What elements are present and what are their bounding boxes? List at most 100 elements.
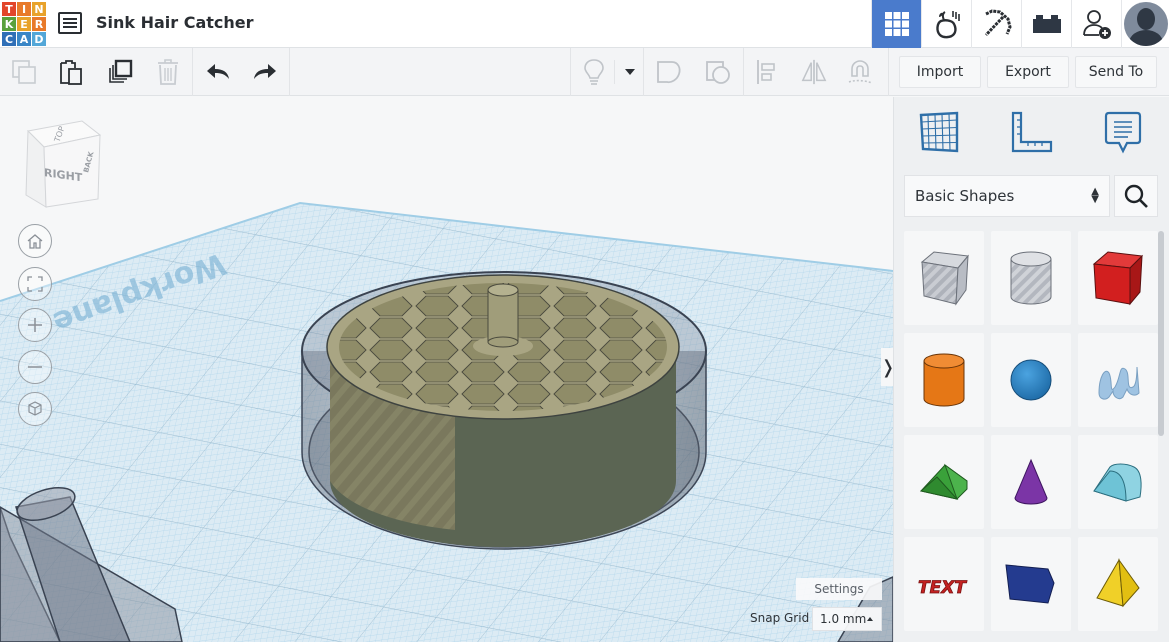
brick-icon [1032, 15, 1061, 33]
shape-search-button[interactable] [1114, 175, 1158, 217]
show-all-button[interactable] [580, 58, 608, 86]
panel-collapse-toggle[interactable]: ❭ [880, 348, 893, 386]
workplane-scene[interactable]: Workplane [0, 97, 893, 642]
header-actions [871, 0, 1169, 48]
shape-tile-box[interactable] [1078, 231, 1158, 325]
redo-icon [254, 64, 276, 79]
shape-tile-box-hole[interactable] [904, 231, 984, 325]
svg-text:TEXT: TEXT [918, 578, 967, 598]
shape-tile-sphere[interactable] [991, 333, 1071, 427]
roof-thumbnail-icon [919, 463, 968, 500]
logo-letter: E [17, 17, 31, 31]
cylinder-thumbnail-icon [923, 353, 965, 407]
notes-icon [1104, 111, 1142, 154]
logo-letter: N [32, 2, 46, 16]
avatar[interactable] [1123, 2, 1168, 46]
workplane-grid-icon [919, 111, 959, 153]
view-cube[interactable]: TOP RIGHT BACK [22, 119, 102, 209]
align-button[interactable] [753, 58, 781, 86]
box-thumbnail-icon [1092, 251, 1144, 306]
ruler-icon [1011, 111, 1053, 153]
panel-scrollbar[interactable] [1158, 231, 1164, 436]
pickaxe-icon [984, 9, 1012, 37]
shape-tile-pyramid[interactable] [1078, 537, 1158, 631]
workplane-tab[interactable] [916, 109, 962, 155]
export-button[interactable]: Export [987, 56, 1069, 88]
bricks-button[interactable] [1021, 0, 1071, 48]
duplicate-icon [109, 59, 133, 83]
hair-catcher-filter[interactable] [326, 274, 680, 547]
logo-letter: C [2, 32, 16, 46]
ungroup-icon [706, 61, 730, 84]
undo-icon [207, 64, 229, 79]
zoom-out-button[interactable] [18, 350, 52, 384]
design-list-icon[interactable] [58, 12, 82, 34]
home-view-button[interactable] [18, 224, 52, 258]
user-menu[interactable] [1121, 0, 1169, 48]
redo-button[interactable] [251, 58, 279, 86]
cruise-magnet-icon [848, 60, 873, 84]
shape-tile-polygon[interactable] [991, 537, 1071, 631]
import-button[interactable]: Import [899, 56, 981, 88]
copy-icon [12, 60, 36, 84]
delete-icon [158, 59, 178, 85]
shape-category-value: Basic Shapes [915, 187, 1015, 205]
invite-button[interactable] [1071, 0, 1121, 48]
fit-view-icon [27, 276, 43, 292]
shape-tile-scribble[interactable] [1078, 333, 1158, 427]
logo-letter: T [2, 2, 16, 16]
add-user-icon [1082, 10, 1111, 39]
sphere-thumbnail-icon [1010, 359, 1052, 401]
mirror-button[interactable] [800, 58, 828, 86]
project-title[interactable]: Sink Hair Catcher [96, 13, 254, 32]
shape-tile-cylinder[interactable] [904, 333, 984, 427]
minus-icon [28, 366, 42, 368]
toolbar-divider [743, 48, 744, 96]
shape-tile-text[interactable]: TEXT [904, 537, 984, 631]
notes-tab[interactable] [1100, 109, 1146, 155]
toolbar-divider [289, 48, 290, 96]
paste-icon [60, 60, 82, 85]
shape-tile-roof[interactable] [904, 435, 984, 529]
align-icon [757, 60, 775, 84]
shape-category-select[interactable]: Basic Shapes ▲ ▼ [904, 175, 1110, 217]
duplicate-button[interactable] [106, 58, 134, 86]
polygon-thumbnail-icon [1005, 564, 1055, 604]
group-button[interactable] [655, 58, 683, 86]
perspective-cube-icon [28, 401, 42, 416]
logo-letter: K [2, 17, 16, 31]
shape-tile-round-roof[interactable] [1078, 435, 1158, 529]
shapes-panel: Basic Shapes ▲ ▼ TEXT [893, 97, 1169, 642]
zoom-in-button[interactable] [18, 308, 52, 342]
toolbar-divider [570, 48, 571, 96]
snap-grid-select[interactable]: 1.0 mm [812, 607, 882, 631]
toolbar-divider [888, 48, 889, 96]
ungroup-button[interactable] [704, 58, 732, 86]
sim-lab-button[interactable] [921, 0, 971, 48]
mirror-icon [801, 59, 827, 85]
copy-button[interactable] [10, 58, 38, 86]
perspective-button[interactable] [18, 392, 52, 426]
cruise-button[interactable] [846, 58, 874, 86]
minecraft-button[interactable] [971, 0, 1021, 48]
select-updown-icon: ▲ ▼ [1091, 186, 1099, 205]
cone-thumbnail-icon [1014, 458, 1048, 505]
ruler-tab[interactable] [1009, 109, 1055, 155]
round-roof-thumbnail-icon [1093, 463, 1142, 502]
3d-viewport[interactable]: Workplane TOP RIGHT BACK Settings Snap G… [0, 97, 893, 642]
3d-design-button[interactable] [871, 0, 921, 48]
undo-button[interactable] [204, 58, 232, 86]
shape-tile-cylinder-hole[interactable] [991, 231, 1071, 325]
box-hole-thumbnail-icon [920, 251, 969, 306]
tinkercad-app: TINKERCAD Sink Hair Catcher Import Expor… [0, 0, 1169, 642]
settings-button[interactable]: Settings [796, 578, 882, 600]
delete-button[interactable] [154, 58, 182, 86]
show-options-dropdown[interactable] [616, 58, 644, 86]
logo-letter: I [17, 2, 31, 16]
fit-view-button[interactable] [18, 267, 52, 301]
logo-letter: A [17, 32, 31, 46]
send-to-button[interactable]: Send To [1075, 56, 1157, 88]
tinkercad-logo[interactable]: TIN KER CAD [2, 2, 46, 46]
paste-button[interactable] [57, 58, 85, 86]
shape-tile-cone[interactable] [991, 435, 1071, 529]
